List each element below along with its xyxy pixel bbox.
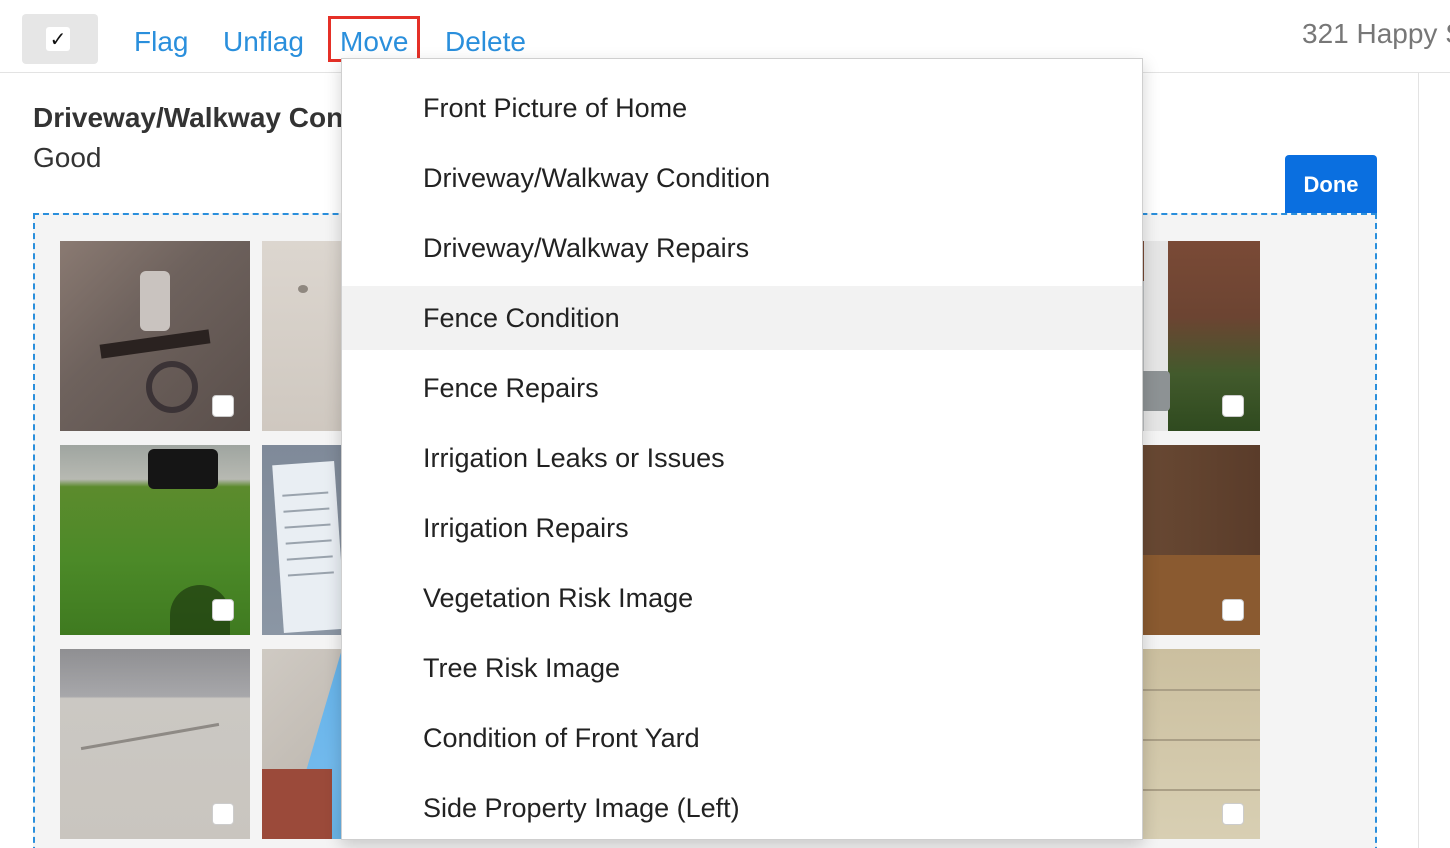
- move-menu-item[interactable]: Fence Repairs: [342, 356, 1142, 420]
- photo-thumbnail[interactable]: [60, 649, 250, 839]
- photo-detail: [287, 571, 334, 577]
- move-menu-item[interactable]: Irrigation Leaks or Issues: [342, 426, 1142, 490]
- flag-button[interactable]: Flag: [134, 24, 188, 60]
- move-menu-item[interactable]: Driveway/Walkway Condition: [342, 146, 1142, 210]
- delete-button[interactable]: Delete: [445, 24, 526, 60]
- move-button[interactable]: Move: [340, 24, 408, 60]
- section-title: Driveway/Walkway Con: [33, 102, 344, 133]
- photo-detail: [146, 361, 198, 413]
- done-button[interactable]: Done: [1285, 155, 1377, 215]
- move-menu-item[interactable]: Condition of Front Yard: [342, 706, 1142, 770]
- photo-detail: [99, 329, 211, 359]
- move-menu-item[interactable]: Irrigation Repairs: [342, 496, 1142, 560]
- photo-thumbnail[interactable]: [60, 445, 250, 635]
- photo-detail: [148, 449, 218, 489]
- photo-detail: [285, 539, 332, 545]
- move-menu-item[interactable]: Fence Condition: [342, 286, 1142, 350]
- photo-detail: [272, 461, 346, 633]
- right-divider: [1418, 73, 1419, 848]
- photo-detail: [282, 491, 329, 497]
- select-all-button[interactable]: ✓: [22, 14, 98, 64]
- photo-detail: [298, 285, 308, 293]
- move-menu-item[interactable]: Tree Risk Image: [342, 636, 1142, 700]
- checkmark-icon: ✓: [46, 27, 70, 51]
- photo-detail: [284, 523, 331, 529]
- section-value: Good: [33, 142, 102, 173]
- move-menu-item[interactable]: Vegetation Risk Image: [342, 566, 1142, 630]
- photo-detail: [283, 507, 330, 513]
- photo-select-checkbox[interactable]: [212, 395, 234, 417]
- photo-select-checkbox[interactable]: [212, 803, 234, 825]
- unflag-button[interactable]: Unflag: [223, 24, 304, 60]
- move-menu-item[interactable]: Driveway/Walkway Repairs: [342, 216, 1142, 280]
- photo-detail: [262, 769, 332, 839]
- photo-select-checkbox[interactable]: [1222, 599, 1244, 621]
- photo-select-checkbox[interactable]: [1222, 803, 1244, 825]
- photo-detail: [1140, 555, 1260, 635]
- move-dropdown-menu: Front Picture of Home Driveway/Walkway Co…: [341, 58, 1143, 840]
- photo-detail: [286, 555, 333, 561]
- photo-thumbnail[interactable]: [60, 241, 250, 431]
- photo-detail: [140, 271, 170, 331]
- photo-select-checkbox[interactable]: [212, 599, 234, 621]
- photo-select-checkbox[interactable]: [1222, 395, 1244, 417]
- move-menu-item[interactable]: Side Property Image (Left): [342, 776, 1142, 840]
- move-menu-item[interactable]: Front Picture of Home: [342, 76, 1142, 140]
- property-address: 321 Happy S: [1302, 18, 1450, 49]
- photo-organizer-page: ✓ Flag Unflag Move Delete 321 Happy S Dr…: [0, 0, 1450, 848]
- photo-detail: [80, 722, 220, 751]
